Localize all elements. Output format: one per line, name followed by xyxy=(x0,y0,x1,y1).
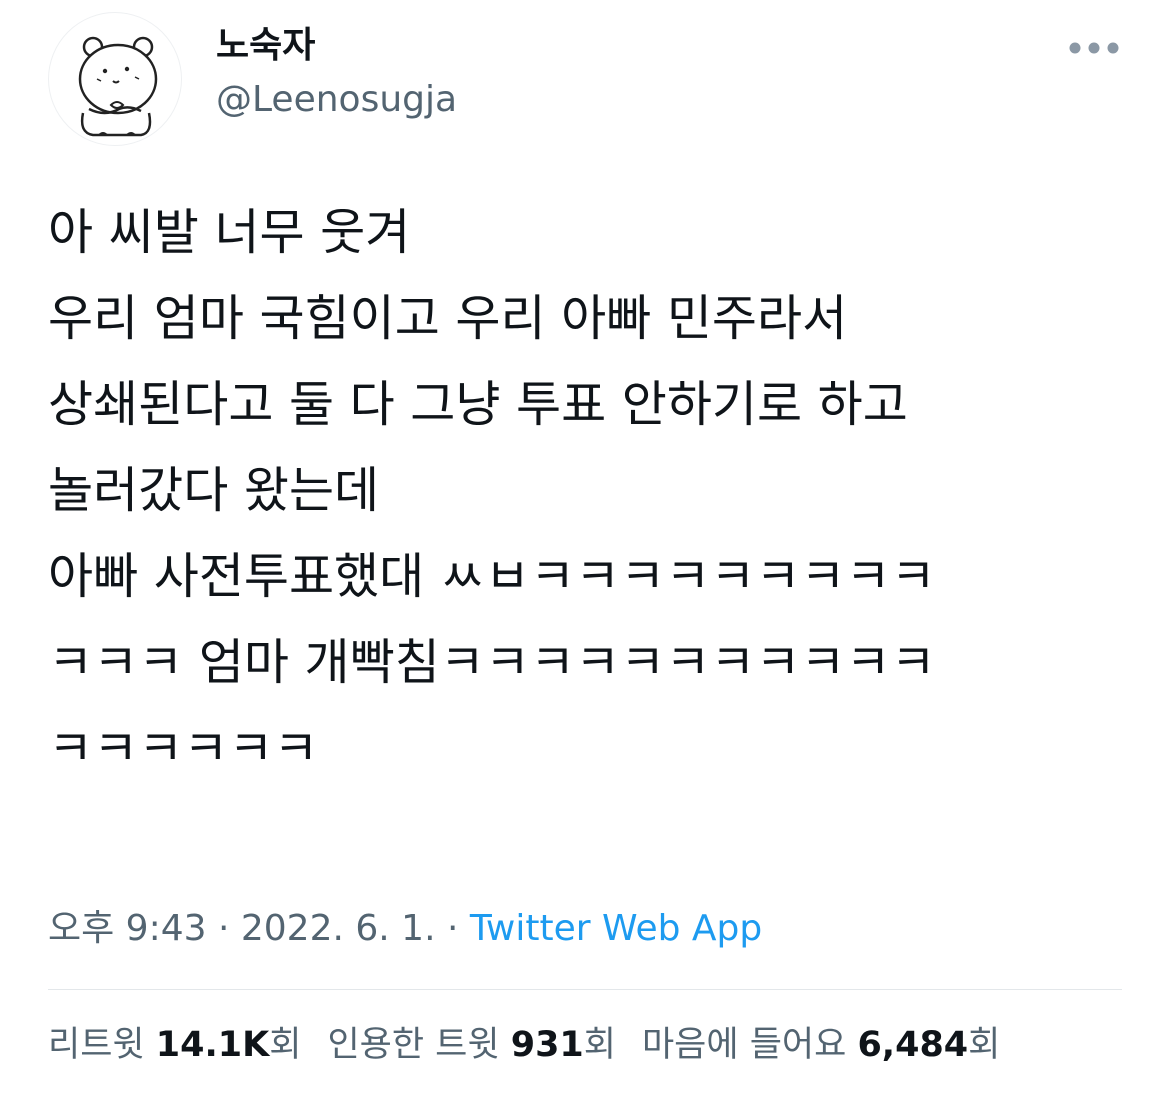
tweet-text: 아 씨발 너무 웃겨 우리 엄마 국힘이고 우리 아빠 민주라서 상쇄된다고 둘… xyxy=(48,190,1128,792)
quotes-stat[interactable]: 인용한 트윗 931회 xyxy=(327,1018,616,1072)
tweet-text-line: 아빠 사전투표했대 ㅆㅂㅋㅋㅋㅋㅋㅋㅋㅋㅋ xyxy=(48,548,936,605)
avatar[interactable] xyxy=(48,12,182,146)
quotes-suffix: 회 xyxy=(583,1025,616,1065)
tweet-text-line: ㅋㅋㅋㅋㅋㅋ xyxy=(48,720,319,777)
more-horizontal-icon xyxy=(1069,42,1119,54)
retweets-label: 리트윗 xyxy=(48,1025,145,1065)
retweets-count: 14.1K xyxy=(155,1025,270,1065)
retweets-suffix: 회 xyxy=(269,1025,302,1065)
tweet-text-line: 아 씨발 너무 웃겨 xyxy=(48,204,411,261)
meta-separator: · xyxy=(206,908,241,949)
tweet-time[interactable]: 오후 9:43 xyxy=(48,908,207,949)
likes-count: 6,484 xyxy=(857,1025,969,1065)
tweet-text-line: 놀러갔다 왔는데 xyxy=(48,462,380,519)
tweet-text-line: 상쇄된다고 둘 다 그냥 투표 안하기로 하고 xyxy=(48,376,908,433)
likes-label: 마음에 들어요 xyxy=(641,1025,847,1065)
quotes-label: 인용한 트윗 xyxy=(327,1025,500,1065)
bear-avatar-icon xyxy=(78,36,158,137)
tweet-text-line: ㅋㅋㅋ 엄마 개빡침ㅋㅋㅋㅋㅋㅋㅋㅋㅋㅋㅋ xyxy=(48,634,936,691)
retweets-stat[interactable]: 리트윗 14.1K회 xyxy=(48,1018,301,1072)
quotes-count: 931 xyxy=(510,1025,584,1065)
tweet-text-line: 우리 엄마 국힘이고 우리 아빠 민주라서 xyxy=(48,290,848,347)
tweet-stats: 리트윗 14.1K회 인용한 트윗 931회 마음에 들어요 6,484회 xyxy=(48,1018,1000,1072)
divider xyxy=(48,989,1122,990)
more-options-button[interactable] xyxy=(1064,30,1124,66)
author-handle[interactable]: @Leenosugja xyxy=(216,78,457,122)
meta-separator: · xyxy=(435,908,470,949)
author-display-name[interactable]: 노숙자 xyxy=(216,24,315,68)
likes-stat[interactable]: 마음에 들어요 6,484회 xyxy=(642,1018,1000,1072)
tweet-detail: 노숙자 @Leenosugja 아 씨발 너무 웃겨 우리 엄마 국힘이고 우리… xyxy=(0,0,1170,1101)
tweet-date[interactable]: 2022. 6. 1. xyxy=(241,908,436,949)
tweet-meta: 오후 9:43 · 2022. 6. 1. · Twitter Web App xyxy=(48,902,762,956)
tweet-source-link[interactable]: Twitter Web App xyxy=(470,908,762,949)
likes-suffix: 회 xyxy=(968,1025,1001,1065)
